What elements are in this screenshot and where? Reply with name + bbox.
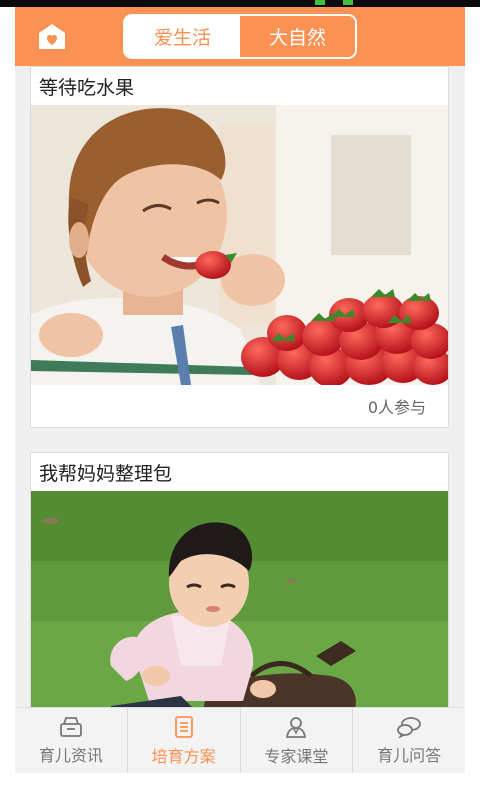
status-bar [0,0,480,7]
tab-nature[interactable]: 大自然 [240,16,355,57]
card-photo [31,491,448,707]
home-heart-icon [39,24,65,49]
tab-label: 培育方案 [151,746,216,766]
expert-person-icon [286,716,307,738]
news-box-icon [59,716,82,737]
chat-bubbles-icon [397,716,422,738]
tab-expert-class[interactable]: 专家课堂 [241,708,354,773]
card-title: 我帮妈妈整理包 [39,462,173,485]
battery-indicator [343,0,353,5]
tab-parenting-qa[interactable]: 育儿问答 [353,708,465,773]
tab-label: 专家课堂 [264,746,329,766]
app-header: 爱生活 大自然 [15,7,465,66]
bottom-tab-bar: 育儿资讯 培育方案 专家课堂 育儿问答 [15,707,465,773]
activity-card[interactable]: 等待吃水果 0人参与 [30,66,449,428]
home-button[interactable] [27,17,77,57]
category-switch: 爱生活 大自然 [123,14,357,59]
participant-count: 0人参与 [367,398,426,417]
activity-feed: 等待吃水果 0人参与 我帮妈妈整理包 [15,66,465,707]
card-photo [31,105,448,385]
tab-label: 育儿问答 [377,745,442,765]
tab-love-life[interactable]: 爱生活 [125,16,240,57]
signal-indicator [315,0,325,5]
document-list-icon [174,715,193,738]
app-screen: 爱生活 大自然 等待吃水果 0人参与 我帮妈妈整理包 育儿资讯 培育方案 专家课… [15,7,465,773]
card-title: 等待吃水果 [39,76,135,99]
tab-cultivation-plan[interactable]: 培育方案 [128,708,241,773]
tab-parenting-news[interactable]: 育儿资讯 [15,708,128,773]
activity-card[interactable]: 我帮妈妈整理包 [30,452,449,707]
tab-label: 育儿资讯 [38,745,103,765]
